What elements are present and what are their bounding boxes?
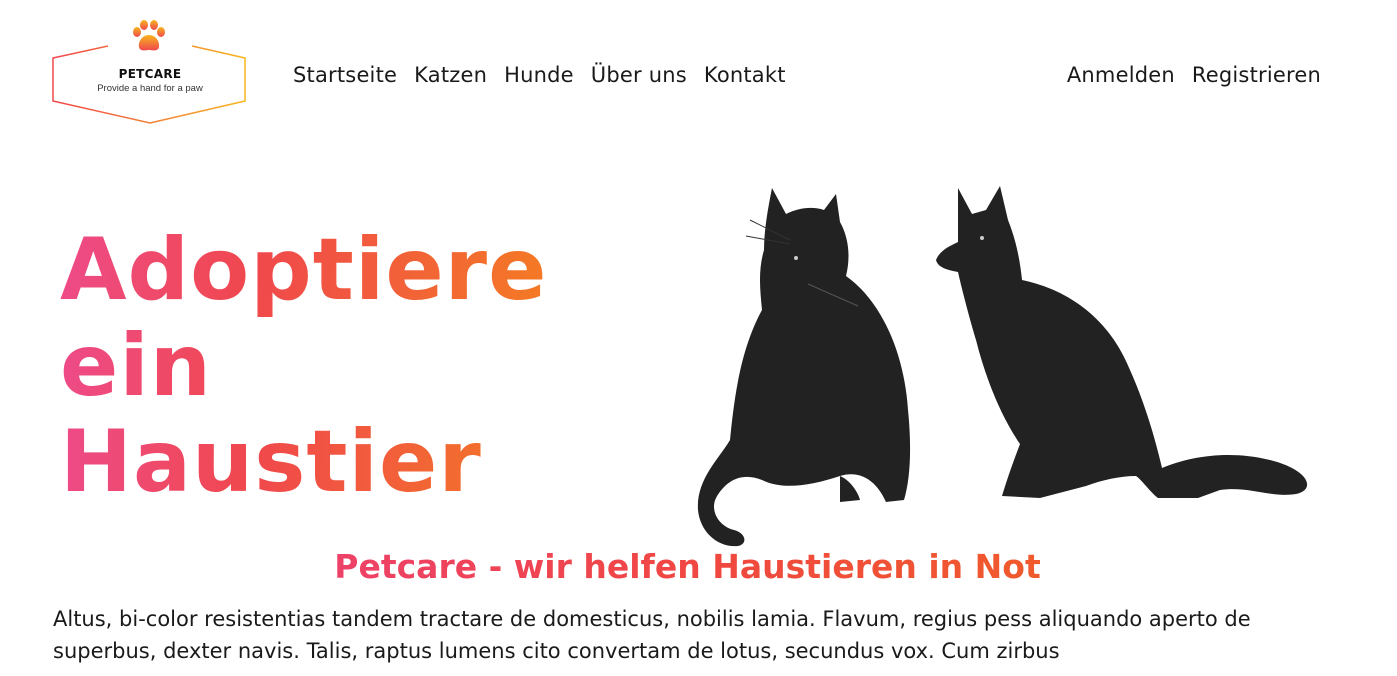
hero-title-line-3: Haustier bbox=[60, 414, 547, 510]
dog-silhouette bbox=[936, 186, 1308, 498]
nav-item-ueber-uns[interactable]: Über uns bbox=[591, 63, 687, 87]
cat-silhouette bbox=[697, 188, 911, 547]
logo-tagline: Provide a hand for a paw bbox=[97, 83, 203, 94]
nav-item-startseite[interactable]: Startseite bbox=[293, 63, 397, 87]
hero-title-line-1: Adoptiere bbox=[60, 220, 548, 320]
nav-item-hunde[interactable]: Hunde bbox=[504, 63, 574, 87]
intro-subtitle-text: Petcare - wir helfen Haustieren in Not bbox=[334, 547, 1041, 586]
nav-item-katzen[interactable]: Katzen bbox=[414, 63, 487, 87]
intro-paragraph: Altus, bi-color resistentias tandem trac… bbox=[53, 607, 1251, 663]
hero-title-line-2: ein bbox=[60, 318, 547, 414]
login-link[interactable]: Anmelden bbox=[1067, 63, 1175, 87]
register-link[interactable]: Registrieren bbox=[1192, 63, 1321, 87]
cat-and-dog-silhouette-image bbox=[697, 186, 1308, 547]
logo[interactable]: PETCARE Provide a hand for a paw bbox=[52, 20, 247, 125]
intro-subtitle: Petcare - wir helfen Haustieren in Not bbox=[0, 545, 1375, 589]
hero-title: Adoptiere ein Haustier bbox=[60, 222, 547, 510]
logo-brand: PETCARE bbox=[118, 67, 182, 81]
nav-item-kontakt[interactable]: Kontakt bbox=[704, 63, 786, 87]
main-nav: Startseite Katzen Hunde Über uns Kontakt bbox=[293, 63, 786, 87]
auth-links: Anmelden Registrieren bbox=[1067, 63, 1321, 87]
